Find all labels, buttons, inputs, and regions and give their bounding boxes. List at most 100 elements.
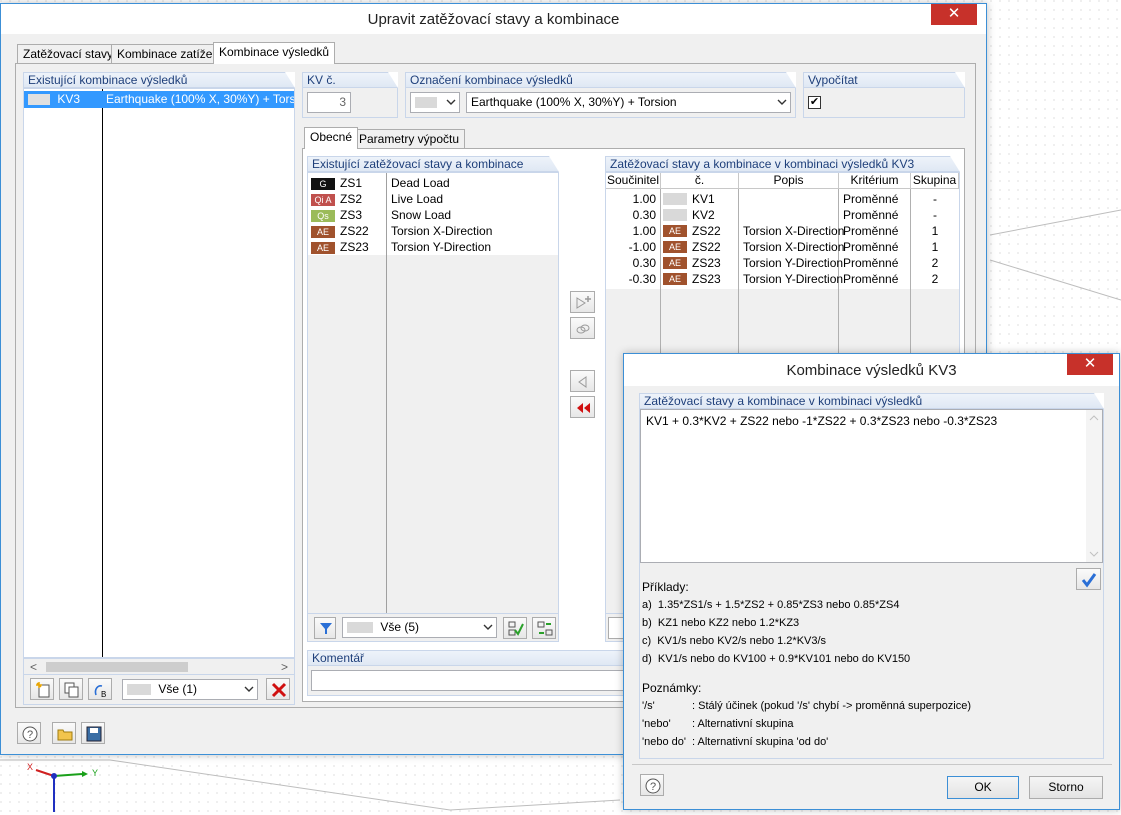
group-cell: 1: [931, 240, 939, 254]
number-cell: ZS23: [692, 272, 721, 286]
expression-text: KV1 + 0.3*KV2 + ZS22 nebo -1*ZS22 + 0.3*…: [646, 414, 998, 428]
calculate-checkbox[interactable]: ✔: [808, 96, 821, 109]
scrollbar-thumb[interactable]: [46, 662, 188, 672]
example-line: c) KV1/s nebo KV2/s nebo 1.2*KV3/s: [642, 635, 827, 647]
select-all-button[interactable]: [503, 617, 527, 639]
expression-textarea[interactable]: KV1 + 0.3*KV2 + ZS22 nebo -1*ZS22 + 0.3*…: [640, 409, 1103, 563]
load-case-type-badge: AE: [663, 273, 687, 285]
kv-number-field[interactable]: 3: [307, 92, 351, 113]
existing-case-row[interactable]: AE ZS23 Torsion Y-Direction: [308, 239, 558, 255]
note-key: 'nebo': [642, 718, 671, 730]
tab-general[interactable]: Obecné: [304, 127, 359, 149]
chevron-down-icon: [483, 624, 493, 630]
note-key: 'nebo do': [642, 736, 686, 748]
combination-table-header: Zatěžovací stavy a kombinace v kombinaci…: [605, 156, 960, 172]
criterion-cell: Proměnné: [843, 256, 899, 270]
load-case-name: Snow Load: [391, 208, 452, 222]
factor-cell: 1.00: [632, 224, 656, 238]
renumber-icon: B: [94, 685, 106, 699]
filter-swatch: [347, 622, 373, 634]
ok-button[interactable]: OK: [947, 776, 1019, 799]
remove-button[interactable]: [570, 370, 595, 392]
group-cell: 2: [931, 256, 939, 270]
save-button[interactable]: [81, 722, 105, 744]
criterion-cell: Proměnné: [843, 224, 899, 238]
tab-load-cases[interactable]: Zatěžovací stavy: [17, 44, 120, 64]
existing-case-row[interactable]: AE ZS22 Torsion X-Direction: [308, 223, 558, 239]
double-arrow-left-icon: [577, 403, 590, 413]
help-icon: ?: [645, 778, 661, 794]
filter-button[interactable]: [314, 617, 336, 639]
remove-all-button[interactable]: [570, 396, 595, 418]
tab-result-combinations[interactable]: Kombinace výsledků: [213, 42, 336, 64]
designation-input[interactable]: Earthquake (100% X, 30%Y) + Torsion: [466, 92, 791, 113]
load-case-type-badge: AE: [311, 225, 335, 238]
scroll-right-arrow[interactable]: >: [281, 660, 288, 674]
group-cell: -: [933, 192, 937, 206]
tab-load-combinations[interactable]: Kombinace zatížení: [111, 44, 229, 64]
apply-expression-button[interactable]: [1076, 568, 1101, 590]
copy-combination-button[interactable]: [59, 678, 83, 700]
load-case-id: ZS2: [340, 192, 363, 206]
load-case-type-badge: AE: [663, 257, 687, 269]
help-icon: ?: [22, 726, 38, 742]
renumber-button[interactable]: B: [88, 678, 112, 700]
tab-calculation-parameters[interactable]: Parametry výpočtu: [353, 129, 466, 149]
dialog-close-button[interactable]: ✕: [1067, 354, 1113, 375]
add-as-alternative-button[interactable]: [570, 317, 595, 339]
color-swatch: [28, 94, 50, 106]
load-case-type-badge: [663, 209, 687, 221]
group-cell: 2: [931, 272, 939, 286]
designation-header: Označení kombinace výsledků: [405, 72, 796, 88]
cancel-button[interactable]: Storno: [1029, 776, 1103, 799]
existing-case-row[interactable]: G ZS1 Dead Load: [308, 175, 558, 191]
table-row[interactable]: [606, 191, 959, 207]
designation-color-select[interactable]: [410, 92, 460, 113]
load-case-id: ZS1: [340, 176, 363, 190]
filter-icon: [320, 623, 332, 634]
left-horizontal-scrollbar[interactable]: < >: [23, 658, 295, 675]
examples-title: Příklady:: [642, 580, 689, 594]
filter-swatch: [127, 684, 151, 696]
expression-scrollbar[interactable]: [1086, 410, 1102, 562]
list-item[interactable]: KV3 Earthquake (100% X, 30%Y) + Torsion: [24, 91, 294, 108]
kv-number-header: KV č.: [302, 72, 398, 88]
column-header-group[interactable]: Skupina: [911, 173, 959, 189]
number-cell: ZS22: [692, 224, 721, 238]
column-header-criterion[interactable]: Kritérium: [839, 173, 911, 189]
dialog-section-body: KV1 + 0.3*KV2 + ZS22 nebo -1*ZS22 + 0.3*…: [639, 409, 1104, 759]
existing-case-row[interactable]: Qs ZS3 Snow Load: [308, 207, 558, 223]
left-filter-value: Vše (1): [158, 682, 198, 696]
criterion-cell: Proměnné: [843, 240, 899, 254]
check-all-icon: [508, 621, 524, 636]
dialog-titlebar: Kombinace výsledků KV3 ✕: [624, 354, 1119, 386]
example-line: a) 1.35*ZS1/s + 1.5*ZS2 + 0.85*ZS3 nebo …: [642, 599, 900, 611]
scroll-left-arrow[interactable]: <: [30, 660, 37, 674]
add-button[interactable]: [570, 291, 595, 313]
dialog-section-header: Zatěžovací stavy a kombinace v kombinaci…: [639, 393, 1104, 409]
existing-case-row[interactable]: Qi A ZS2 Live Load: [308, 191, 558, 207]
description-cell: Torsion Y-Direction: [743, 256, 844, 270]
open-button[interactable]: [52, 722, 76, 744]
help-button[interactable]: ?: [17, 722, 41, 744]
column-header-description[interactable]: Popis: [739, 173, 839, 189]
load-case-type-badge: G: [311, 177, 335, 190]
left-filter-select[interactable]: Vše (1): [122, 679, 258, 700]
main-close-button[interactable]: ✕: [931, 4, 977, 25]
load-case-id: ZS22: [340, 224, 369, 238]
example-line: b) KZ1 nebo KZ2 nebo 1.2*KZ3: [642, 617, 800, 629]
checkmark-icon: [1081, 573, 1097, 588]
notes-title: Poznámky:: [642, 681, 702, 695]
delete-combination-button[interactable]: [266, 678, 290, 700]
existing-cases-toolbar: Vše (5): [307, 614, 559, 642]
existing-filter-value: Vše (5): [380, 620, 420, 634]
dialog-help-button[interactable]: ?: [640, 774, 664, 796]
table-row[interactable]: [606, 207, 959, 223]
column-header-factor[interactable]: Součinitel: [606, 173, 661, 189]
existing-filter-select[interactable]: Vše (5): [342, 617, 497, 638]
new-combination-button[interactable]: [30, 678, 54, 700]
designation-group: Earthquake (100% X, 30%Y) + Torsion: [405, 88, 796, 118]
factor-cell: 1.00: [632, 192, 656, 206]
column-header-number[interactable]: č.: [661, 173, 739, 189]
invert-selection-button[interactable]: [532, 617, 556, 639]
